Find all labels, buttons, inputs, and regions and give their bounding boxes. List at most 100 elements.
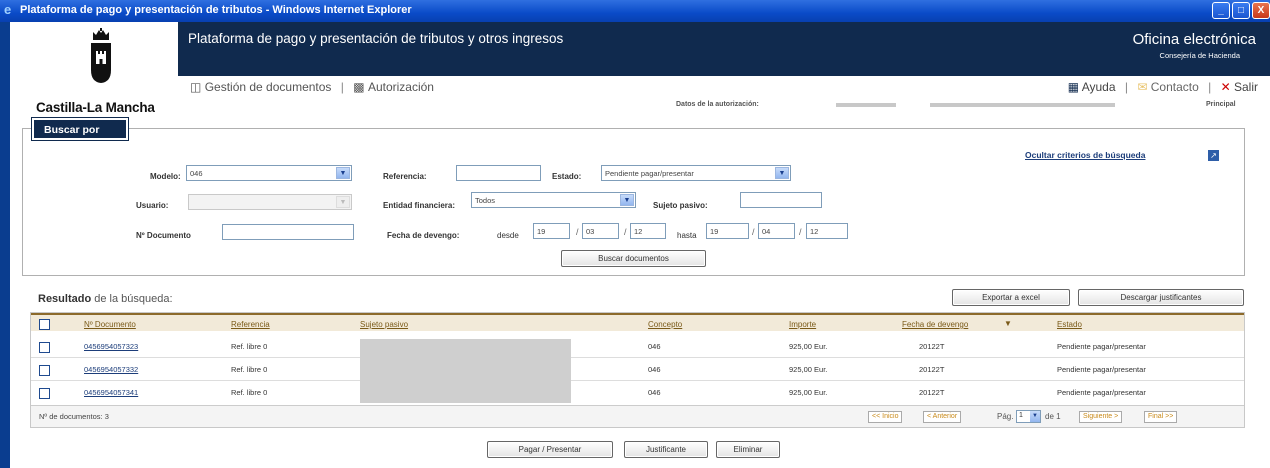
referencia-cell: Ref. libre 0 bbox=[231, 388, 268, 397]
document-number-link[interactable]: 0456954057323 bbox=[84, 342, 138, 351]
site-title: Plataforma de pago y presentación de tri… bbox=[188, 31, 564, 46]
estado-cell: Pendiente pagar/presentar bbox=[1057, 365, 1146, 374]
entidad-label: Entidad financiera: bbox=[383, 201, 456, 210]
sujeto-pasivo-label: Sujeto pasivo: bbox=[653, 201, 708, 210]
page-label: Pág. bbox=[997, 412, 1014, 421]
castilla-la-mancha-logo[interactable]: Castilla-La Mancha bbox=[22, 22, 178, 122]
page-of-label: de 1 bbox=[1045, 412, 1061, 421]
desde-day-input[interactable]: 19 bbox=[533, 223, 570, 239]
results-title: Resultado de la búsqueda: bbox=[38, 293, 173, 305]
search-panel-tab: Buscar por bbox=[31, 117, 129, 141]
page-select[interactable]: 1 ▼ bbox=[1016, 410, 1041, 423]
usuario-select: ▼ bbox=[188, 194, 352, 210]
row-checkbox[interactable] bbox=[39, 342, 50, 353]
documents-icon: ◫ bbox=[190, 80, 202, 94]
table-footer: Nº de documentos: 3 << Inicio < Anterior… bbox=[31, 405, 1244, 427]
hasta-day-input[interactable]: 19 bbox=[706, 223, 749, 239]
entidad-value: Todos bbox=[475, 196, 496, 205]
receipt-button[interactable]: Justificante bbox=[624, 441, 708, 458]
authorization-icon: ▩ bbox=[353, 80, 365, 94]
nav-item-salir[interactable]: Salir bbox=[1234, 80, 1258, 94]
date-separator: / bbox=[799, 227, 802, 237]
delete-button[interactable]: Eliminar bbox=[716, 441, 780, 458]
table-row[interactable]: 0456954057323 Ref. libre 0 046 925,00 Eu… bbox=[31, 335, 1244, 358]
modelo-label: Modelo: bbox=[150, 172, 181, 181]
sort-desc-icon[interactable]: ▼ bbox=[1004, 319, 1012, 328]
logo-text: Castilla-La Mancha bbox=[36, 100, 155, 115]
documento-input[interactable] bbox=[222, 224, 354, 240]
documento-label: Nº Documento bbox=[136, 231, 191, 240]
fecha-cell: 20122T bbox=[919, 342, 945, 351]
last-page-button[interactable]: Final >> bbox=[1144, 411, 1178, 423]
sujeto-pasivo-input[interactable] bbox=[740, 192, 822, 208]
referencia-label: Referencia: bbox=[383, 172, 427, 181]
download-receipts-button[interactable]: Descargar justificantes bbox=[1078, 289, 1244, 306]
column-importe[interactable]: Importe bbox=[789, 320, 816, 329]
nav-item-contacto[interactable]: Contacto bbox=[1151, 80, 1199, 94]
hasta-month-input[interactable]: 04 bbox=[758, 223, 795, 239]
select-all-checkbox[interactable] bbox=[39, 319, 50, 330]
entidad-select[interactable]: Todos ▼ bbox=[471, 192, 636, 208]
nav-item-ayuda[interactable]: Ayuda bbox=[1082, 80, 1116, 94]
auth-data-label: Datos de la autorización: bbox=[676, 101, 759, 108]
fecha-cell: 20122T bbox=[919, 388, 945, 397]
column-fecha-devengo[interactable]: Fecha de devengo bbox=[902, 320, 968, 329]
search-documents-button[interactable]: Buscar documentos bbox=[561, 250, 706, 267]
date-separator: / bbox=[576, 227, 579, 237]
desde-month-input[interactable]: 03 bbox=[582, 223, 619, 239]
export-excel-button[interactable]: Exportar a excel bbox=[952, 289, 1070, 306]
table-row[interactable]: 0456954057332 Ref. libre 0 046 925,00 Eu… bbox=[31, 358, 1244, 381]
estado-select[interactable]: Pendiente pagar/presentar ▼ bbox=[601, 165, 791, 181]
auth-data-bar bbox=[930, 103, 1115, 107]
pay-submit-button[interactable]: Pagar / Presentar bbox=[487, 441, 613, 458]
next-page-button[interactable]: Siguiente > bbox=[1079, 411, 1123, 423]
column-documento[interactable]: Nº Documento bbox=[84, 320, 136, 329]
modelo-select[interactable]: 046 ▼ bbox=[186, 165, 352, 181]
close-window-button[interactable]: X bbox=[1252, 2, 1270, 19]
column-sujeto-pasivo[interactable]: Sujeto pasivo bbox=[360, 320, 408, 329]
help-icon: ▦ bbox=[1067, 80, 1080, 94]
chevron-down-icon: ▼ bbox=[1030, 411, 1040, 422]
previous-page-button[interactable]: < Anterior bbox=[923, 411, 962, 423]
office-title[interactable]: Oficina electrónica bbox=[1133, 31, 1256, 48]
estado-value: Pendiente pagar/presentar bbox=[605, 169, 694, 178]
nav-separator: | bbox=[340, 80, 344, 94]
hide-criteria-link[interactable]: Ocultar criterios de búsqueda bbox=[1025, 150, 1145, 160]
site-header: Plataforma de pago y presentación de tri… bbox=[22, 22, 1270, 76]
chevron-down-icon: ▼ bbox=[336, 196, 350, 208]
mail-icon: ✉ bbox=[1137, 80, 1148, 94]
modelo-value: 046 bbox=[190, 169, 203, 178]
column-referencia[interactable]: Referencia bbox=[231, 320, 270, 329]
desde-label: desde bbox=[497, 231, 519, 240]
document-number-link[interactable]: 0456954057341 bbox=[84, 388, 138, 397]
nav-item-gestion-documentos[interactable]: Gestión de documentos bbox=[205, 80, 332, 94]
main-nav: ◫ Gestión de documentos | ▩ Autorización bbox=[190, 80, 434, 94]
window-left-border bbox=[0, 22, 10, 468]
nav-item-autorizacion[interactable]: Autorización bbox=[368, 80, 434, 94]
first-page-button[interactable]: << Inicio bbox=[868, 411, 903, 423]
date-separator: / bbox=[752, 227, 755, 237]
minimize-button[interactable]: _ bbox=[1212, 2, 1230, 19]
column-concepto[interactable]: Concepto bbox=[648, 320, 682, 329]
office-subtitle: Consejería de Hacienda bbox=[1159, 51, 1240, 60]
collapse-icon[interactable]: ↗ bbox=[1208, 150, 1219, 161]
chevron-down-icon: ▼ bbox=[775, 167, 789, 179]
estado-cell: Pendiente pagar/presentar bbox=[1057, 388, 1146, 397]
desde-year-input[interactable]: 12 bbox=[630, 223, 666, 239]
table-row[interactable]: 0456954057341 Ref. libre 0 046 925,00 Eu… bbox=[31, 381, 1244, 404]
row-checkbox[interactable] bbox=[39, 388, 50, 399]
maximize-button[interactable]: □ bbox=[1232, 2, 1250, 19]
importe-cell: 925,00 Eur. bbox=[789, 365, 828, 374]
results-title-rest: de la búsqueda: bbox=[94, 293, 173, 305]
nav-separator: | bbox=[1124, 80, 1128, 94]
hasta-year-input[interactable]: 12 bbox=[806, 223, 848, 239]
row-checkbox[interactable] bbox=[39, 365, 50, 376]
concepto-cell: 046 bbox=[648, 365, 661, 374]
window-titlebar: e Plataforma de pago y presentación de t… bbox=[0, 0, 1270, 22]
referencia-input[interactable] bbox=[456, 165, 541, 181]
estado-label: Estado: bbox=[552, 172, 582, 181]
castle-emblem-icon bbox=[91, 28, 111, 83]
document-number-link[interactable]: 0456954057332 bbox=[84, 365, 138, 374]
referencia-cell: Ref. libre 0 bbox=[231, 342, 268, 351]
column-estado[interactable]: Estado bbox=[1057, 320, 1082, 329]
